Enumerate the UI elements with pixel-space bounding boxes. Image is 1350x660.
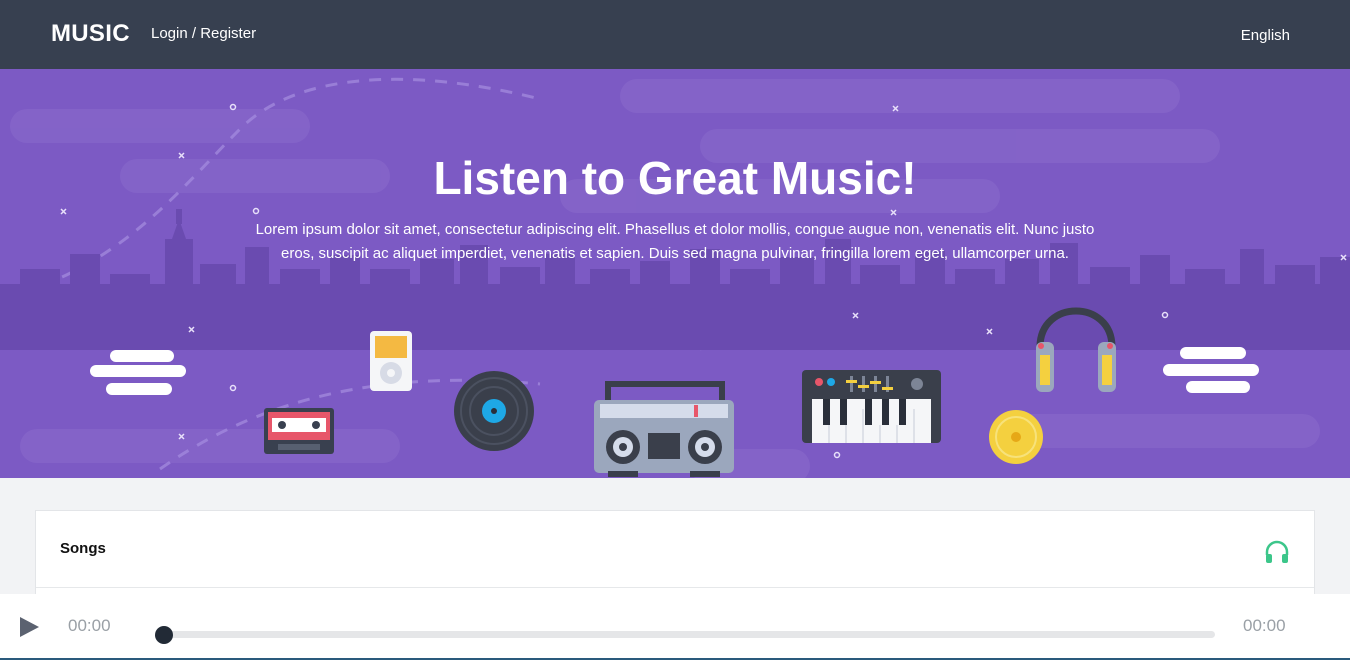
brand-logo[interactable]: MUSIC	[51, 20, 130, 48]
headphones-icon	[1265, 540, 1289, 563]
progress-track[interactable]	[164, 631, 1215, 638]
hero-banner: Listen to Great Music! Lorem ipsum dolor…	[0, 69, 1350, 478]
current-time: 00:00	[68, 616, 111, 635]
top-navbar: MUSIC Login / Register English	[0, 0, 1350, 69]
songs-panel-header: Songs	[36, 511, 1314, 588]
play-icon[interactable]	[18, 616, 40, 638]
hero-title: Listen to Great Music!	[433, 152, 917, 204]
progress-handle[interactable]	[155, 626, 173, 644]
language-selector[interactable]: English	[1241, 27, 1290, 44]
audio-player: 00:00 00:00	[0, 594, 1350, 660]
hero-illustration	[0, 77, 1350, 478]
login-register-link[interactable]: Login / Register	[151, 25, 256, 42]
total-time: 00:00	[1243, 616, 1286, 635]
songs-panel-title: Songs	[60, 540, 106, 557]
hero-description: Lorem ipsum dolor sit amet, consectetur …	[255, 221, 1095, 262]
